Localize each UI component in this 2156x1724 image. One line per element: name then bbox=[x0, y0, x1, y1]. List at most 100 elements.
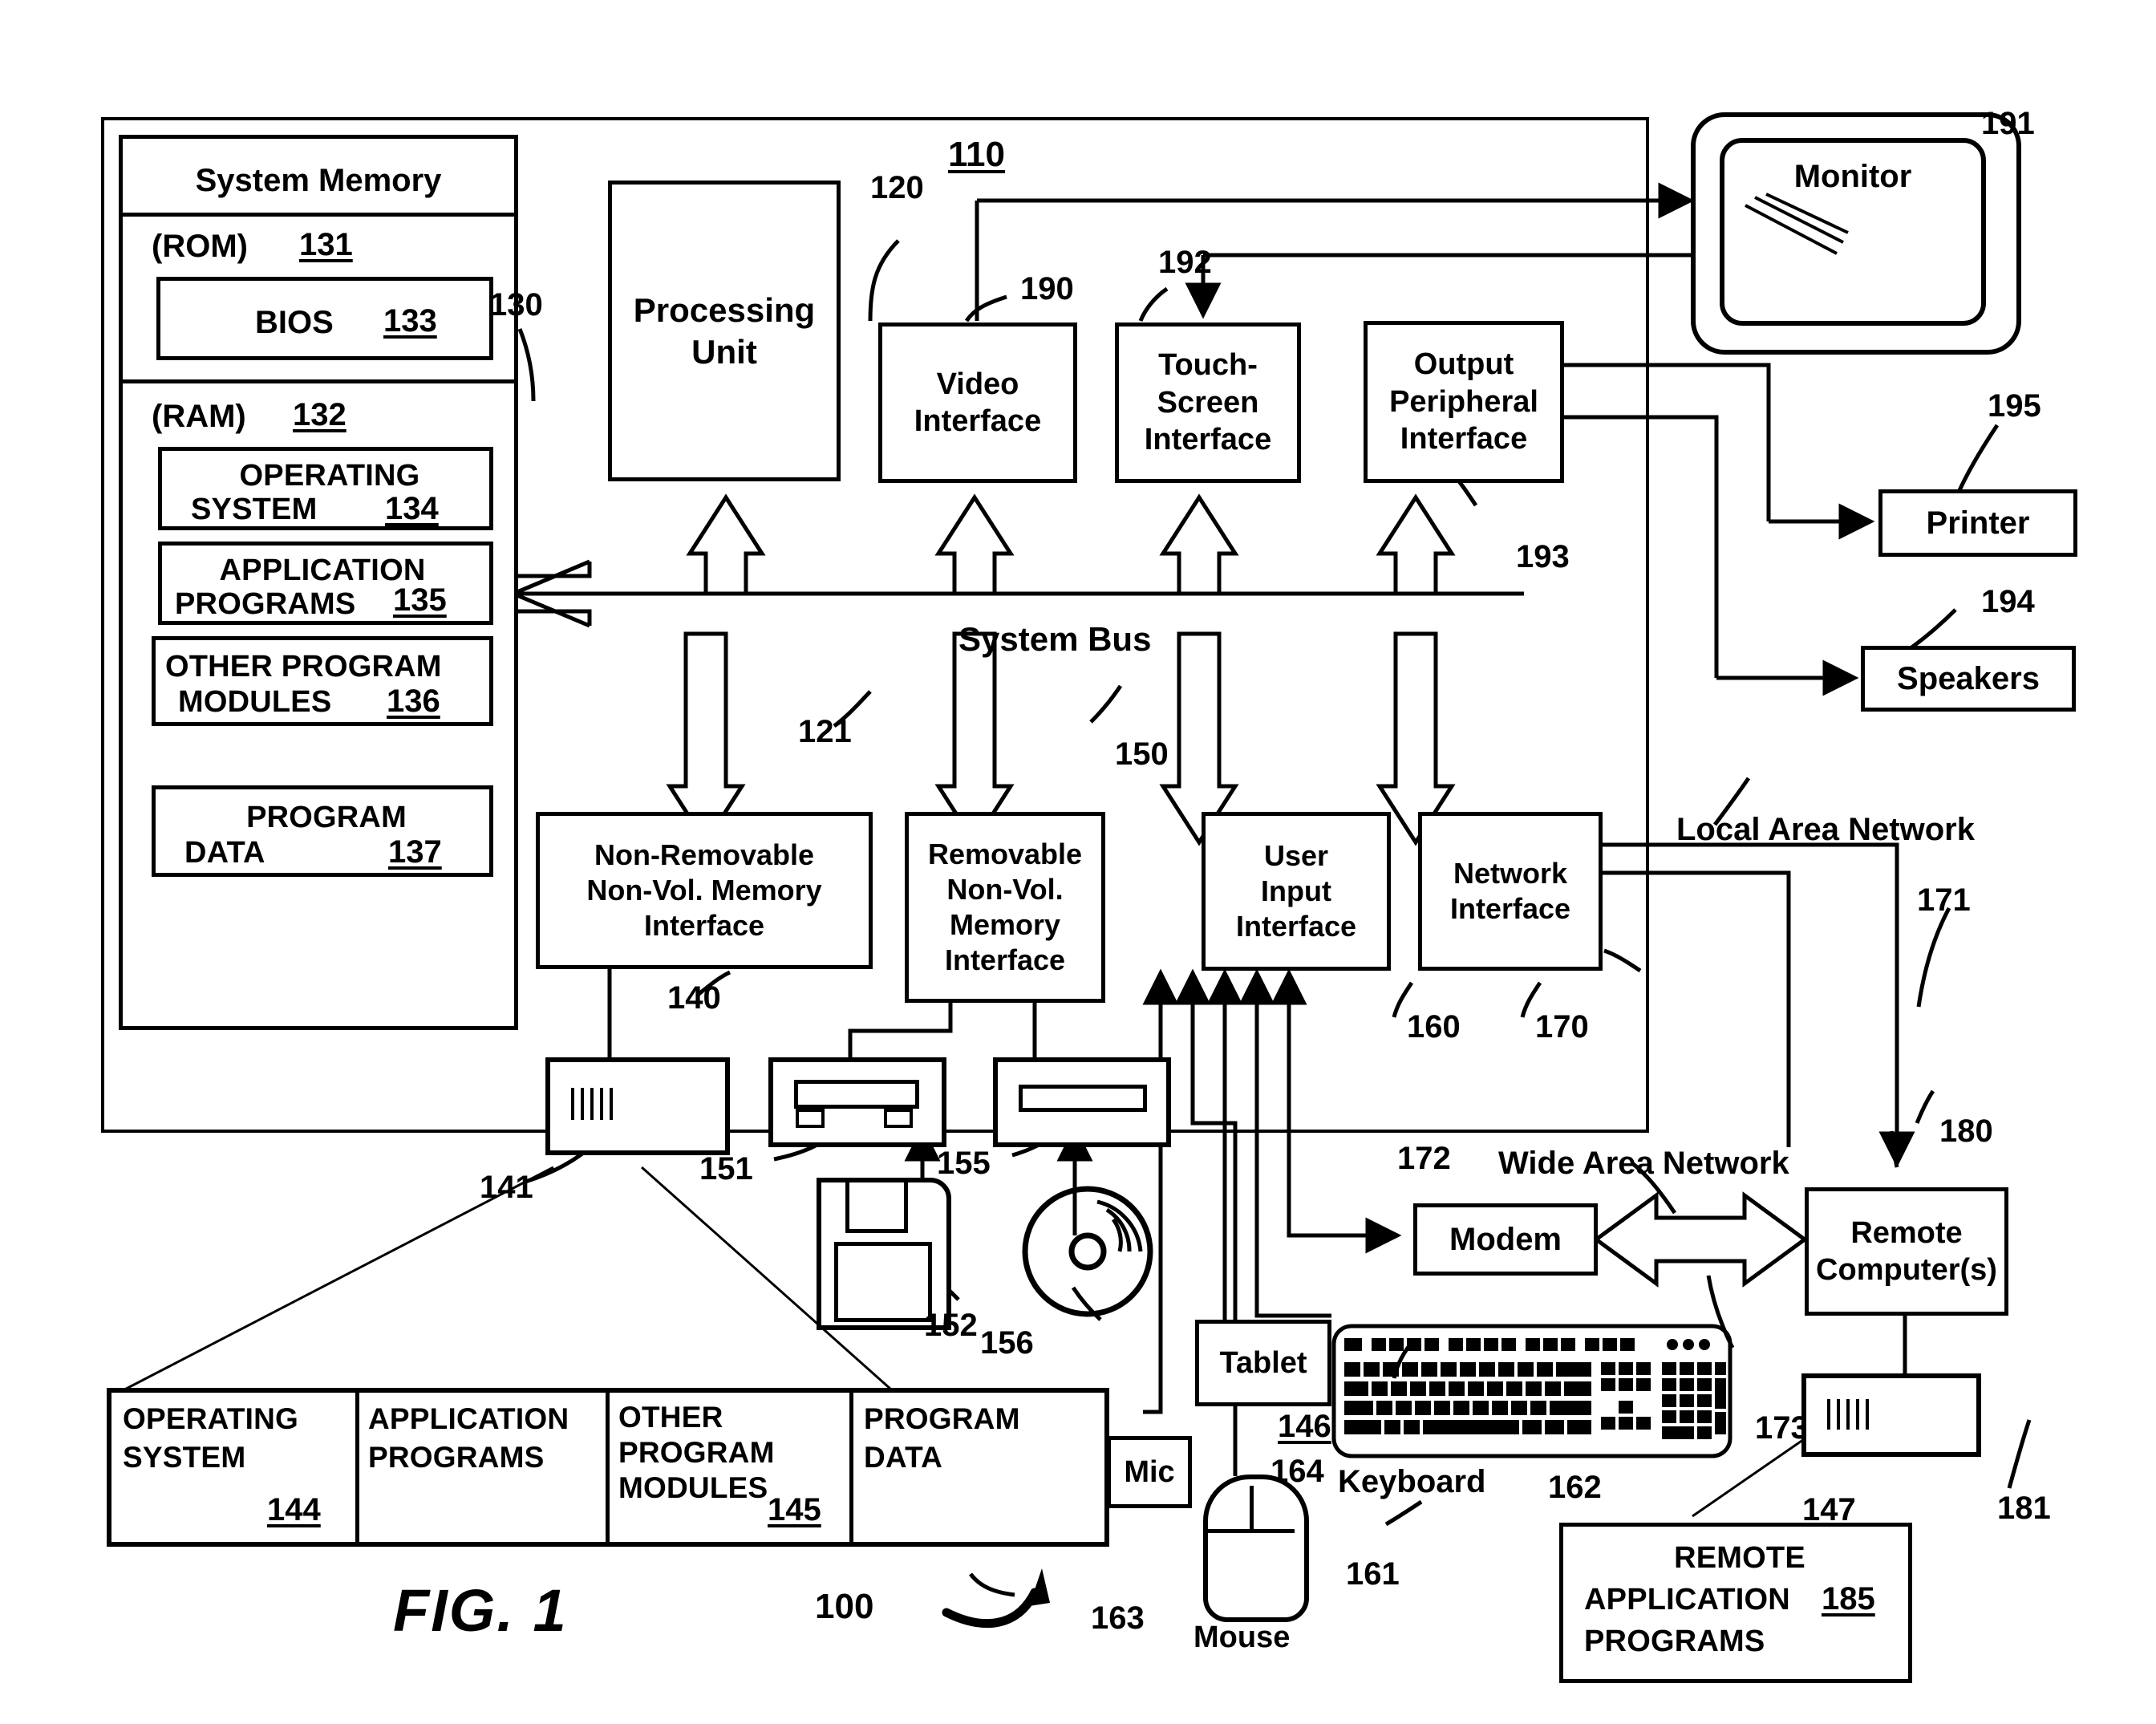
processing-unit-line2: Unit bbox=[691, 332, 757, 371]
removable-line3: Memory bbox=[949, 908, 1061, 941]
video-interface-ref: 190 bbox=[1020, 271, 1074, 306]
optical-disc-icon bbox=[1022, 1186, 1153, 1317]
ram-other-line2: MODULES bbox=[178, 685, 332, 719]
system-bus-label: System Bus bbox=[958, 620, 1152, 658]
figure-caption: FIG. 1 bbox=[393, 1577, 568, 1644]
optical-drive-icon bbox=[993, 1057, 1171, 1147]
floppy-drive-button-left bbox=[796, 1109, 825, 1128]
remote-memory-ref: 181 bbox=[1997, 1491, 2051, 1526]
non-removable-line1: Non-Removable bbox=[594, 838, 815, 872]
network-interface-line2: Interface bbox=[1449, 892, 1571, 925]
touch-screen-interface-ref: 192 bbox=[1158, 245, 1212, 280]
non-removable-interface-ref: 140 bbox=[667, 980, 721, 1016]
printer-label: Printer bbox=[1926, 505, 2030, 541]
remote-apps-line2: APPLICATION bbox=[1584, 1583, 1790, 1617]
keyboard-ref: 162 bbox=[1548, 1470, 1602, 1505]
remote-computer-line2: Computer(s) bbox=[1816, 1253, 1997, 1287]
video-interface-line1: Video bbox=[936, 367, 1019, 401]
processing-unit-box: Processing Unit bbox=[608, 181, 841, 481]
network-interface-line1: Network bbox=[1453, 857, 1568, 890]
modem-box: Modem bbox=[1413, 1203, 1598, 1276]
optical-disc-ref: 156 bbox=[980, 1325, 1034, 1361]
keyboard-label: Keyboard bbox=[1338, 1464, 1486, 1499]
floppy-drive-ref: 151 bbox=[699, 1151, 753, 1187]
table-col-divider-2 bbox=[606, 1393, 610, 1542]
storage-apps-line2: PROGRAMS bbox=[368, 1441, 545, 1474]
remote-application-programs-box: REMOTE APPLICATION 185 PROGRAMS bbox=[1559, 1523, 1912, 1683]
ram-apps-ref: 135 bbox=[393, 582, 447, 618]
storage-os-ref: 144 bbox=[267, 1492, 321, 1527]
floppy-drive-slot bbox=[794, 1080, 919, 1109]
storage-data-line2: DATA bbox=[864, 1441, 943, 1474]
optical-drive-slot bbox=[1019, 1085, 1147, 1112]
bios-box: BIOS 133 bbox=[156, 277, 493, 360]
hard-disk-drive-icon bbox=[545, 1057, 730, 1155]
mouse-icon bbox=[1203, 1475, 1309, 1622]
touch-screen-interface-box: Touch- Screen Interface bbox=[1115, 322, 1301, 483]
ram-data-ref: 137 bbox=[388, 834, 442, 870]
non-removable-line2: Non-Vol. Memory bbox=[586, 874, 822, 907]
hard-disk-ref: 141 bbox=[480, 1170, 533, 1205]
network-interface-ref: 170 bbox=[1535, 1009, 1589, 1045]
speakers-label: Speakers bbox=[1897, 660, 2040, 696]
lan-ref: 171 bbox=[1917, 882, 1971, 918]
user-input-line1: User bbox=[1263, 839, 1329, 873]
remote-computer-box: Remote Computer(s) bbox=[1805, 1187, 2008, 1316]
floppy-drive-icon bbox=[768, 1057, 946, 1147]
patent-figure-1: System Memory (ROM) 131 BIOS 133 (RAM) 1… bbox=[0, 0, 2156, 1724]
remote-computer-ref: 180 bbox=[1939, 1114, 1993, 1149]
remote-computer-line1: Remote bbox=[1850, 1215, 1963, 1250]
screen-glare-icon bbox=[1745, 193, 1849, 255]
storage-other-ref: 146 bbox=[1278, 1409, 1331, 1444]
lan-label: Local Area Network bbox=[1676, 812, 1975, 847]
keyboard-icon bbox=[1331, 1324, 1732, 1458]
modem-label: Modem bbox=[1449, 1221, 1562, 1257]
rom-ref: 131 bbox=[299, 227, 353, 262]
table-col-divider-1 bbox=[355, 1393, 359, 1542]
removable-line1: Removable bbox=[927, 838, 1083, 871]
ram-data-line1: PROGRAM bbox=[246, 801, 407, 834]
table-cell-program-data: PROGRAM DATA 147 bbox=[864, 1402, 1856, 1527]
processing-unit-line1: Processing bbox=[633, 291, 816, 330]
ram-data-line2: DATA bbox=[184, 836, 265, 870]
non-removable-memory-interface-box: Non-Removable Non-Vol. Memory Interface bbox=[536, 812, 873, 969]
storage-data-line1: PROGRAM bbox=[864, 1402, 1020, 1435]
memory-divider-2 bbox=[123, 379, 514, 383]
wan-ref: 173 bbox=[1755, 1410, 1809, 1446]
bios-label: BIOS bbox=[255, 305, 334, 340]
storage-apps-line1: APPLICATION bbox=[368, 1402, 569, 1435]
user-input-line2: Input bbox=[1261, 874, 1331, 908]
system-bus-ref: 121 bbox=[798, 714, 852, 749]
output-peripheral-interface-box: Output Peripheral Interface bbox=[1364, 321, 1564, 483]
remote-apps-ref: 185 bbox=[1822, 1581, 1875, 1617]
mic-label: Mic bbox=[1124, 1454, 1175, 1489]
non-removable-line3: Interface bbox=[643, 908, 765, 942]
table-cell-operating-system: OPERATING SYSTEM 144 bbox=[123, 1402, 354, 1527]
modem-ref: 172 bbox=[1397, 1141, 1451, 1176]
hdd-vents-icon bbox=[571, 1088, 613, 1120]
printer-box: Printer bbox=[1878, 489, 2077, 557]
monitor-ref: 191 bbox=[1981, 106, 2035, 141]
storage-other-line3: MODULES bbox=[618, 1471, 768, 1504]
storage-other-line1: OTHER bbox=[618, 1401, 723, 1434]
user-input-line3: Interface bbox=[1235, 909, 1357, 943]
ram-other-ref: 136 bbox=[387, 684, 440, 719]
floppy-disk-shutter bbox=[845, 1182, 908, 1233]
ram-apps-line2: PROGRAMS bbox=[175, 587, 356, 621]
user-input-interface-ref: 160 bbox=[1407, 1009, 1461, 1045]
mic-ref: 163 bbox=[1091, 1600, 1145, 1636]
remote-hdd-vents-icon bbox=[1827, 1399, 1869, 1430]
printer-ref: 195 bbox=[1988, 388, 2041, 424]
system-memory-ref: 130 bbox=[489, 287, 543, 322]
bios-ref: 133 bbox=[383, 303, 437, 339]
removable-line2: Non-Vol. bbox=[946, 873, 1064, 907]
ram-other-line1: OTHER PROGRAM bbox=[165, 650, 442, 684]
wan-label: Wide Area Network bbox=[1498, 1146, 1789, 1181]
system-memory-title: System Memory bbox=[195, 163, 442, 198]
user-input-interface-box: User Input Interface bbox=[1202, 812, 1391, 971]
remote-memory-icon bbox=[1801, 1373, 1981, 1457]
speakers-box: Speakers bbox=[1861, 646, 2076, 712]
touch-screen-line3: Interface bbox=[1144, 423, 1272, 457]
mouse-ref: 161 bbox=[1346, 1556, 1400, 1592]
ram-application-programs-box: APPLICATION PROGRAMS 135 bbox=[158, 542, 493, 625]
